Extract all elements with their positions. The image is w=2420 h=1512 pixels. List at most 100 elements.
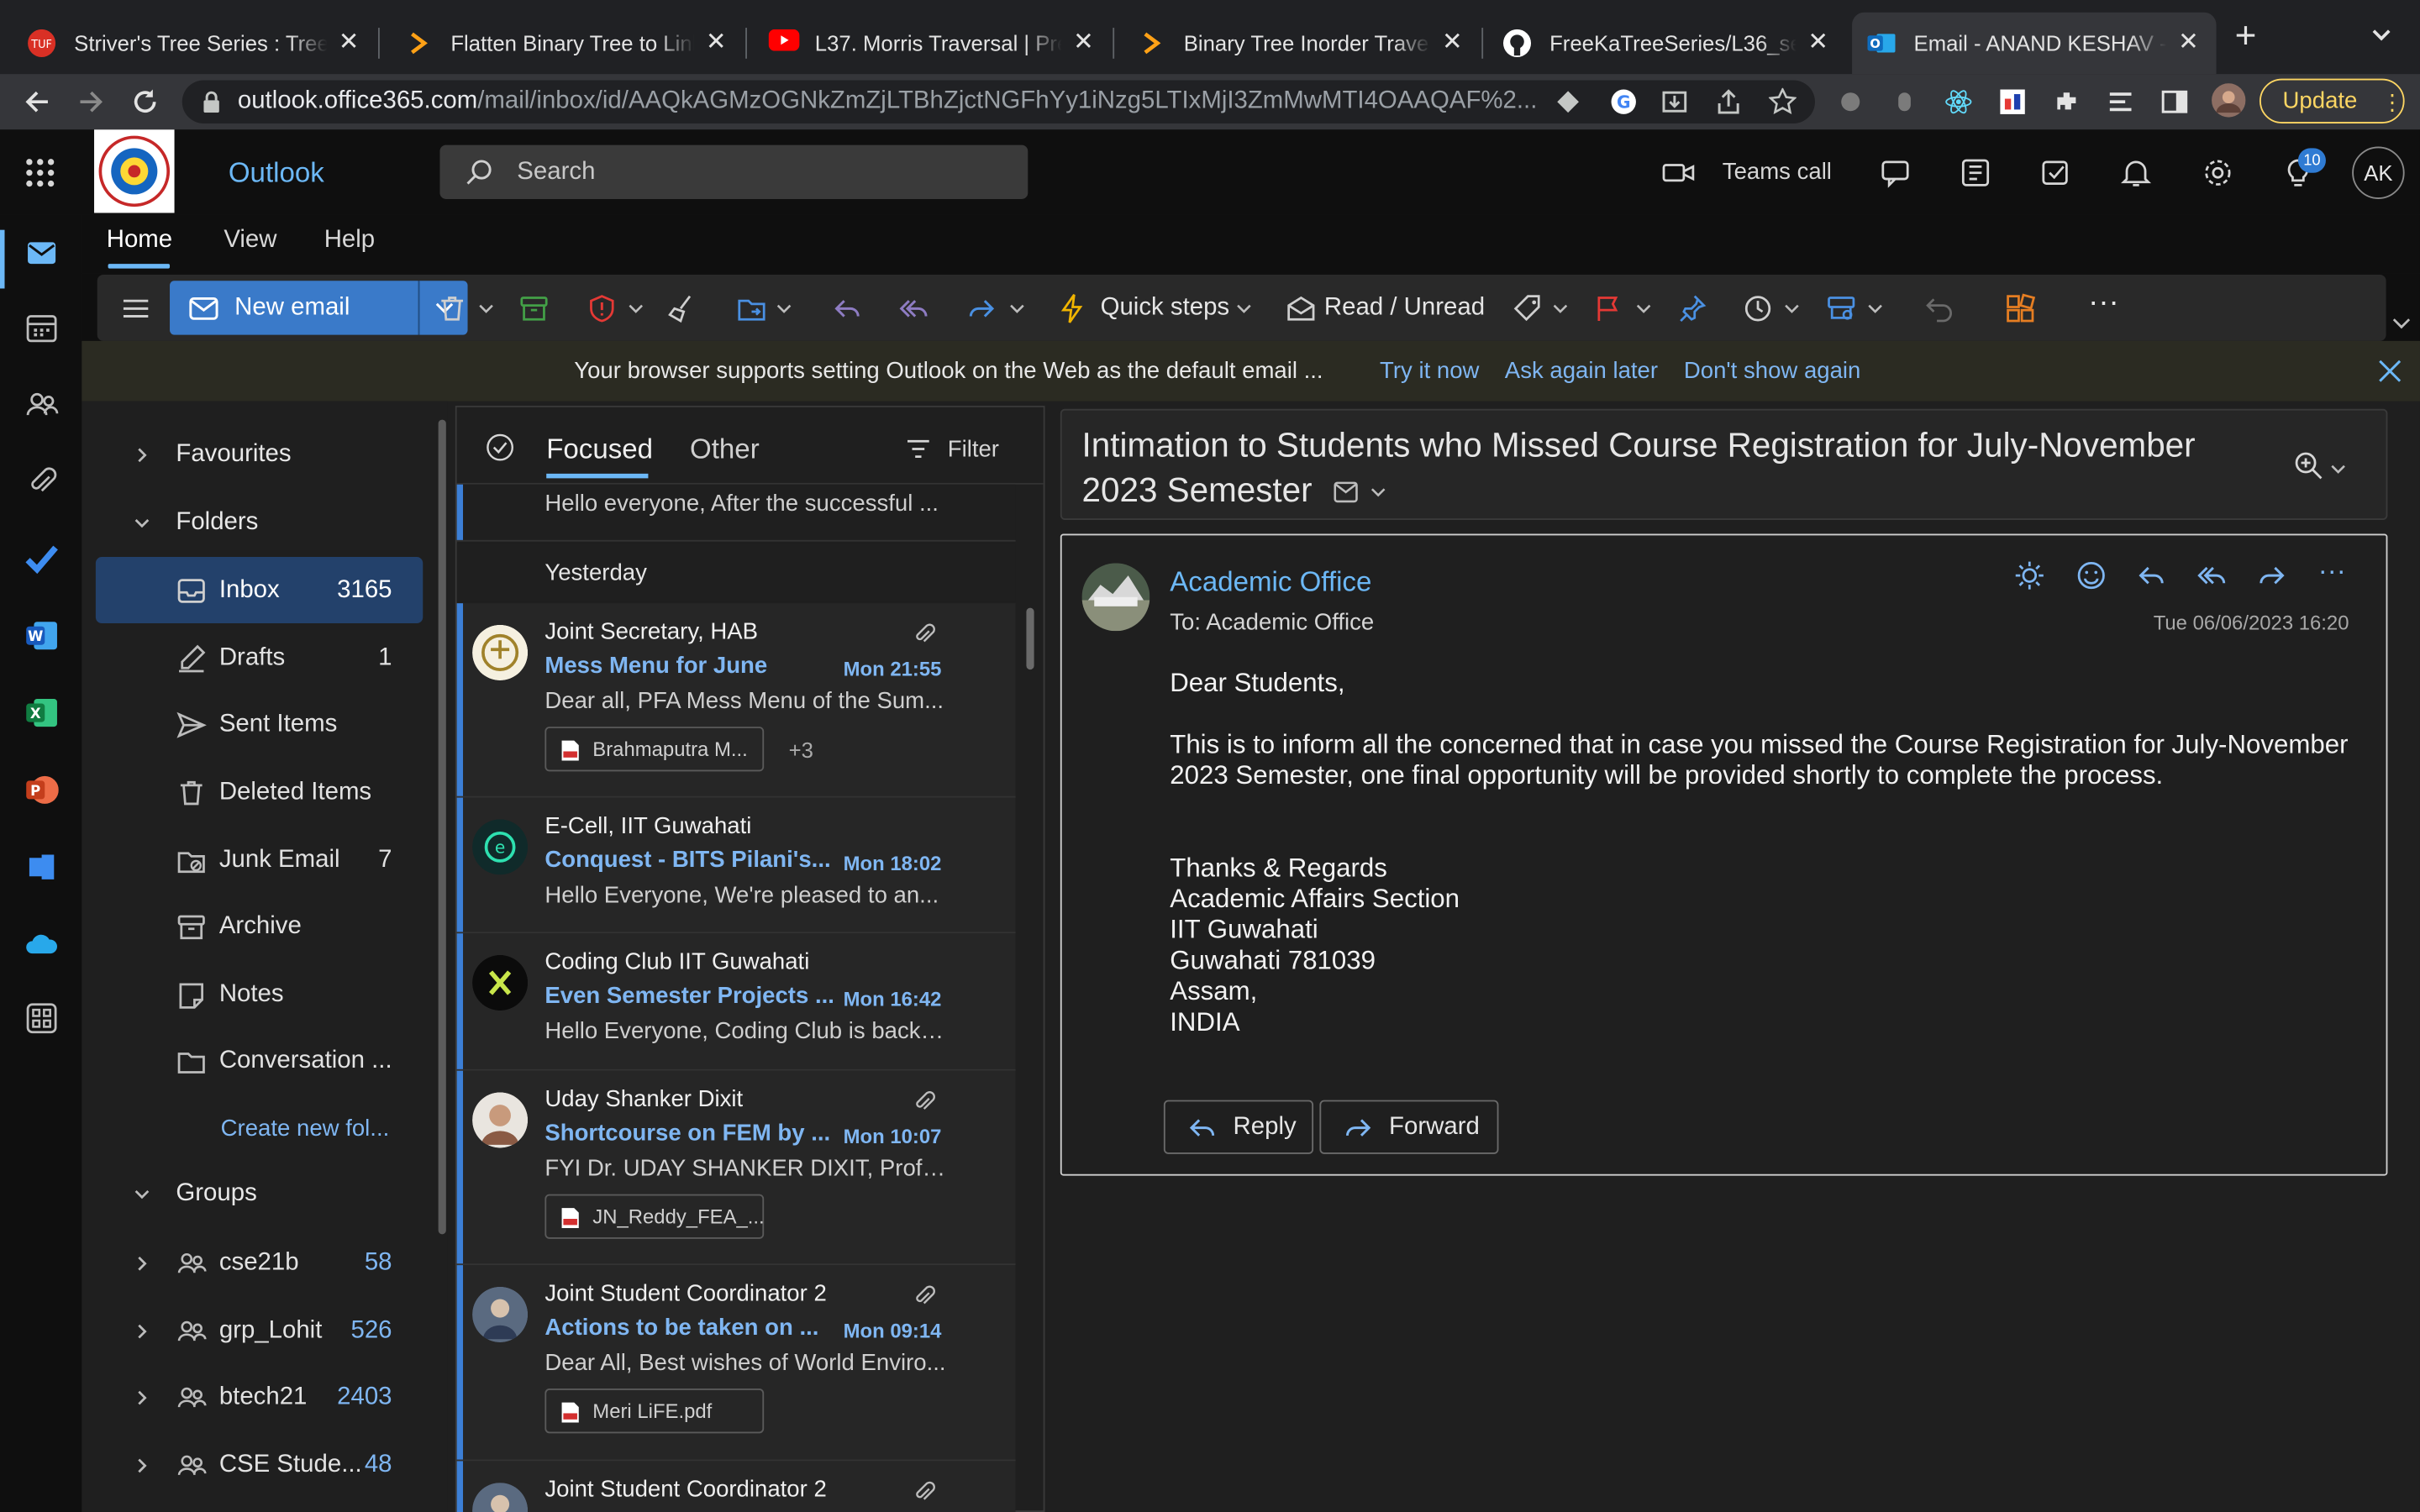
chevron-down-icon[interactable] — [1553, 302, 1568, 315]
account-avatar[interactable]: AK — [2352, 146, 2405, 199]
chevron-down-icon[interactable] — [1784, 302, 1799, 315]
ask-again-later-link[interactable]: Ask again later — [1505, 358, 1658, 384]
folder-junk-email[interactable]: Junk Email 7 — [96, 827, 423, 893]
brightness-icon[interactable] — [2014, 560, 2045, 591]
forward-icon[interactable] — [77, 88, 105, 116]
back-icon[interactable] — [24, 88, 51, 116]
reply-all-icon[interactable] — [2196, 560, 2228, 591]
bookmark-star-icon[interactable] — [1768, 87, 1797, 116]
message-item[interactable]: e E-Cell, IIT Guwahati Conquest - BITS P… — [456, 797, 1016, 934]
chevron-down-icon[interactable] — [1236, 302, 1251, 315]
rules-icon[interactable] — [1826, 293, 1857, 324]
share-icon[interactable] — [1715, 88, 1743, 116]
mail-settings-icon[interactable] — [1334, 480, 1362, 505]
word-icon[interactable]: W — [24, 619, 58, 653]
browser-tab[interactable]: FreeKaTreeSeries/L36_series ✕ — [1488, 13, 1846, 74]
tab-search-chevron-icon[interactable] — [2370, 28, 2392, 43]
message-item[interactable]: Joint Student Coordinator 2 — [456, 1461, 1016, 1512]
sender-avatar[interactable] — [1081, 563, 1150, 632]
browser-tab-active[interactable]: O Email - ANAND KESHAV - Outlook ✕ — [1852, 12, 2217, 75]
groups-section[interactable]: Groups — [122, 1180, 430, 1211]
move-to-folder-icon[interactable] — [736, 293, 767, 324]
folder-notes[interactable]: Notes — [96, 961, 423, 1027]
close-tab-icon[interactable]: ✕ — [704, 30, 729, 55]
message-item[interactable]: Uday Shanker Dixit Shortcourse on FEM by… — [456, 1070, 1016, 1266]
calendar-icon[interactable] — [24, 312, 58, 345]
extension-icon[interactable] — [1891, 88, 1918, 116]
archive-icon[interactable] — [518, 293, 550, 324]
profile-avatar[interactable] — [2212, 83, 2246, 118]
ribbon-collapse-chevron-icon[interactable] — [2392, 317, 2411, 331]
search-input[interactable]: Search — [439, 144, 1028, 199]
tab-view[interactable]: View — [224, 227, 276, 255]
browser-tab[interactable]: TUF Striver's Tree Series : Tree Data St… — [13, 13, 376, 74]
delete-icon[interactable] — [437, 293, 468, 324]
chat-icon[interactable] — [1880, 157, 1911, 188]
read-unread-icon[interactable] — [1286, 293, 1317, 324]
message-item[interactable]: Joint Student Coordinator 2 Actions to b… — [456, 1265, 1016, 1462]
forward-button[interactable]: Forward — [1319, 1100, 1499, 1154]
group-item[interactable]: grp_Lohit 526 — [96, 1298, 423, 1364]
list-item-partial[interactable]: Hello everyone, After the successful ... — [456, 484, 1016, 542]
folder-sent-items[interactable]: Sent Items — [96, 691, 423, 758]
emoji-reaction-icon[interactable] — [2075, 560, 2107, 591]
filter-icon[interactable] — [906, 438, 930, 460]
tab-home[interactable]: Home — [107, 227, 172, 255]
dont-show-again-link[interactable]: Don't show again — [1684, 358, 1861, 384]
extension-icon[interactable] — [1999, 88, 2027, 116]
chevron-down-icon[interactable] — [1636, 302, 1651, 315]
close-tab-icon[interactable]: ✕ — [1440, 30, 1465, 55]
forward-icon[interactable] — [966, 293, 997, 324]
browser-tab[interactable]: Binary Tree Inorder Traversal ✕ — [1122, 13, 1480, 74]
attachment-chip[interactable]: Meri LiFE.pdf — [544, 1389, 765, 1434]
more-attachments-count[interactable]: +3 — [789, 738, 813, 762]
message-list-scrollbar[interactable] — [1026, 607, 1034, 670]
folder-archive[interactable]: Archive — [96, 893, 423, 959]
try-it-now-link[interactable]: Try it now — [1380, 358, 1479, 384]
snooze-clock-icon[interactable] — [1743, 293, 1774, 324]
browser-tab[interactable]: L37. Morris Traversal | Preorder | Inord… — [753, 13, 1111, 74]
viva-icon[interactable] — [24, 850, 58, 884]
teams-call-button[interactable]: Teams call — [1723, 159, 1832, 185]
zoom-icon[interactable] — [2293, 450, 2324, 481]
reply-icon[interactable] — [2136, 560, 2167, 591]
reply-all-icon[interactable] — [898, 293, 929, 324]
reply-icon[interactable] — [832, 293, 863, 324]
more-actions-icon[interactable]: ··· — [2318, 557, 2349, 591]
folder-deleted-items[interactable]: Deleted Items — [96, 759, 423, 826]
excel-icon[interactable]: X — [24, 696, 58, 729]
app-title[interactable]: Outlook — [229, 157, 324, 190]
close-tab-icon[interactable]: ✕ — [1071, 30, 1096, 55]
folder-pane-scrollbar[interactable] — [438, 419, 446, 1235]
chevron-right-icon[interactable] — [134, 1390, 150, 1405]
chevron-down-icon[interactable] — [478, 302, 493, 315]
todo-icon[interactable] — [24, 542, 58, 575]
folder-inbox[interactable]: Inbox 3165 — [95, 557, 424, 624]
read-unread-button[interactable]: Read / Unread — [1324, 295, 1485, 323]
folders-section[interactable]: Folders — [122, 509, 430, 540]
favourites-section[interactable]: Favourites — [122, 441, 430, 472]
video-camera-icon[interactable] — [1662, 157, 1695, 188]
powerpoint-icon[interactable]: P — [24, 773, 59, 806]
tab-focused[interactable]: Focused — [546, 433, 653, 466]
tag-icon[interactable] — [1512, 293, 1544, 324]
chevron-down-icon[interactable] — [776, 302, 792, 315]
extension-icon[interactable] — [1555, 90, 1580, 114]
browser-tab[interactable]: Flatten Binary Tree to Linked List ✕ — [389, 13, 744, 74]
mail-icon[interactable] — [24, 236, 58, 270]
group-item[interactable]: btech21 2403 — [96, 1364, 423, 1431]
side-panel-icon[interactable] — [2160, 88, 2188, 116]
folder-conversation-history[interactable]: Conversation ... — [96, 1027, 423, 1094]
create-new-folder-link[interactable]: Create new fol... — [221, 1116, 390, 1142]
reading-list-icon[interactable] — [2107, 88, 2134, 116]
update-button[interactable]: Update ⋮ — [2259, 78, 2405, 123]
more-options-icon[interactable]: ··· — [2088, 287, 2119, 324]
people-icon[interactable] — [24, 387, 59, 421]
office-icon[interactable] — [1960, 157, 1991, 188]
filter-button[interactable]: Filter — [948, 437, 999, 463]
reload-icon[interactable] — [131, 88, 159, 116]
tab-other[interactable]: Other — [690, 433, 760, 466]
attachment-icon[interactable] — [24, 465, 58, 498]
chevron-down-icon[interactable] — [629, 302, 644, 315]
tab-help[interactable]: Help — [324, 227, 375, 255]
